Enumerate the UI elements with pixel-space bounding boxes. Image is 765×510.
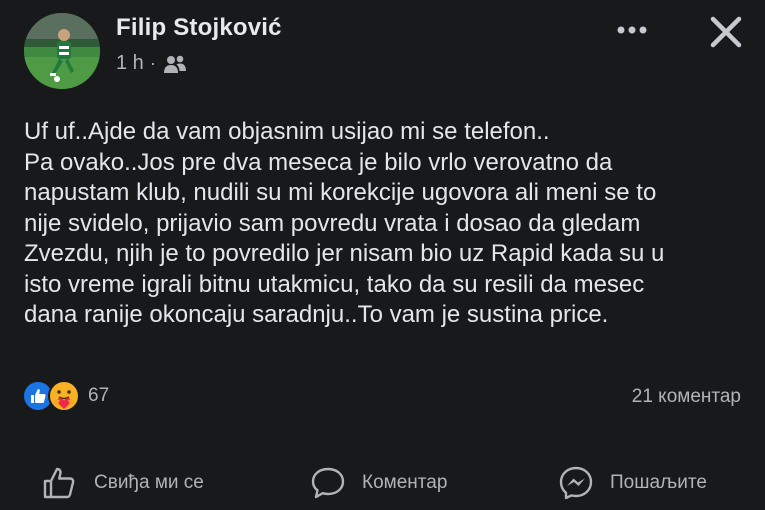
more-options-button[interactable] [612, 16, 658, 44]
like-label: Свиђа ми се [94, 472, 204, 493]
share-button[interactable]: Пошаљите [556, 458, 707, 508]
post-action-bar: Свиђа ми се Коментар Пошаљите [0, 458, 765, 508]
author-name[interactable]: Filip Stojković [116, 14, 282, 42]
meta-separator: · [149, 53, 156, 73]
avatar-photo [24, 13, 100, 89]
close-icon [710, 16, 742, 48]
friends-icon[interactable] [162, 53, 188, 75]
care-reaction-icon [48, 380, 80, 412]
post-time[interactable]: 1 h [116, 52, 144, 75]
comment-button[interactable]: Коментар [308, 458, 447, 508]
comment-bubble-icon [308, 463, 348, 503]
like-button[interactable]: Свиђа ми се [40, 458, 204, 508]
author-avatar[interactable] [24, 13, 100, 89]
share-label: Пошаљите [610, 472, 707, 493]
reaction-count: 67 [88, 385, 110, 406]
messenger-icon [556, 463, 596, 503]
comments-count[interactable]: 21 коментар [632, 386, 741, 408]
reactions-summary[interactable]: 67 [22, 380, 109, 412]
comment-label: Коментар [362, 472, 448, 493]
ellipsis-icon [617, 26, 647, 34]
close-button[interactable] [706, 12, 746, 52]
post-text: Uf uf..Ajde da vam objasnim usijao mi se… [24, 118, 665, 328]
post-meta: 1 h · [116, 52, 188, 75]
thumbs-up-icon [40, 463, 80, 503]
